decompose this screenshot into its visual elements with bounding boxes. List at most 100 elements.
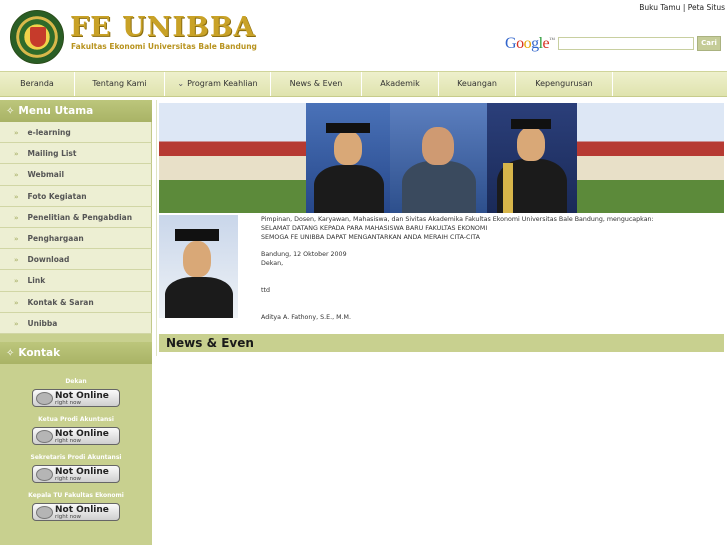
menu-item-label: e-learning <box>27 128 71 137</box>
menu-item-unibba[interactable]: » Unibba <box>0 312 152 334</box>
double-chevron-icon: » <box>14 298 19 307</box>
menu-item-link[interactable]: » Link <box>0 270 152 292</box>
message-line: Pimpinan, Dosen, Karyawan, Mahasiswa, da… <box>261 216 654 223</box>
menu-item-mailing-list[interactable]: » Mailing List <box>0 143 152 165</box>
dean-photo <box>159 215 238 318</box>
chat-status-button[interactable]: Not Online right now <box>32 388 120 407</box>
site-title[interactable]: FE UNIBBA <box>70 12 256 43</box>
welcome-message: Pimpinan, Dosen, Karyawan, Mahasiswa, da… <box>261 215 723 322</box>
message-line: SEMOGA FE UNIBBA DAPAT MENGANTARKAN ANDA… <box>261 234 480 241</box>
status-subtext: right now <box>55 399 82 406</box>
sash-shape <box>503 163 513 213</box>
menu-item-label: Download <box>27 255 70 265</box>
top-links: Buku Tamu | Peta Situs <box>639 3 725 12</box>
nav-program-keahlian-label: Program Keahlian <box>187 79 258 88</box>
logo-emblem <box>30 27 46 47</box>
menu-item-e-learning[interactable]: » e-learning <box>0 122 152 144</box>
sitemap-link[interactable]: Peta Situs <box>688 3 725 12</box>
nav-program-keahlian[interactable]: ⌄ Program Keahlian <box>165 72 271 96</box>
cap-shape <box>175 229 219 241</box>
double-chevron-icon: » <box>14 171 19 180</box>
menu-item-foto-kegiatan[interactable]: » Foto Kegiatan <box>0 185 152 207</box>
contact-icon: ✧ <box>6 347 15 359</box>
message-line: SELAMAT DATANG KEPADA PARA MAHASISWA BAR… <box>261 225 488 232</box>
menu-item-penelitian[interactable]: » Penelitian & Pengabdian <box>0 206 152 228</box>
face-shape <box>517 127 545 161</box>
contact-dekan: Dekan Not Online right now <box>0 378 152 409</box>
site-subtitle: Fakultas Ekonomi Universitas Bale Bandun… <box>71 42 257 51</box>
chat-status-icon <box>36 429 53 443</box>
menu-item-label: Link <box>27 276 46 286</box>
guestbook-link[interactable]: Buku Tamu <box>639 3 680 12</box>
double-chevron-icon: » <box>14 256 19 265</box>
contact-header: ✧ Kontak <box>0 341 152 364</box>
menu-item-penghargaan[interactable]: » Penghargaan <box>0 227 152 250</box>
message-name: Aditya A. Fathony, S.E., M.M. <box>261 314 351 321</box>
contact-ketua-prodi: Ketua Prodi Akuntansi Not Online right no… <box>0 416 152 447</box>
nav-empty <box>613 72 727 96</box>
header-banner-image <box>159 103 724 213</box>
contact-role: Ketua Prodi Akuntansi <box>38 415 114 423</box>
double-chevron-icon: » <box>14 150 19 159</box>
chat-status-button[interactable]: Not Online right now <box>32 426 120 445</box>
menu-item-download[interactable]: » Download <box>0 249 152 271</box>
campus-building-photo <box>159 103 306 213</box>
menu-item-label: Mailing List <box>27 149 77 159</box>
nav-news-even[interactable]: News & Even <box>271 72 362 96</box>
chat-status-button[interactable]: Not Online right now <box>32 502 120 521</box>
menu-header: ✧ Menu Utama <box>0 100 152 122</box>
campus-building-photo-2 <box>577 103 724 213</box>
chat-status-icon <box>36 505 53 519</box>
double-chevron-icon: » <box>14 234 19 243</box>
nav-keuangan[interactable]: Keuangan <box>439 72 516 96</box>
search-input[interactable] <box>558 37 694 50</box>
menu-item-webmail[interactable]: » Webmail <box>0 164 152 186</box>
nav-tentang-kami[interactable]: Tentang Kami <box>75 72 165 96</box>
contact-role: Kepala TU Fakultas Ekonomi <box>28 491 124 499</box>
contact-role: Dekan <box>65 377 87 385</box>
message-position: Dekan, <box>261 260 284 267</box>
sidebar: ✧ Menu Utama » e-learning » Mailing List » W… <box>0 100 152 545</box>
menu-item-kontak-saran[interactable]: » Kontak & Saran <box>0 291 152 313</box>
menu-item-label: Foto Kegiatan <box>27 191 87 201</box>
chevron-down-icon: ⌄ <box>177 79 185 88</box>
face-shape <box>334 131 362 165</box>
face-shape <box>183 241 211 277</box>
official-portrait-photo <box>390 103 487 213</box>
main-nav: Beranda Tentang Kami ⌄ Program Keahlian N… <box>0 71 727 97</box>
suit-shape <box>402 161 476 213</box>
contact-kepala-tu: Kepala TU Fakultas Ekonomi Not Online rig… <box>0 492 152 523</box>
graduate-portrait-photo <box>306 103 390 213</box>
search-button[interactable]: Cari <box>697 36 721 51</box>
message-date: Bandung, 12 Oktober 2009 <box>261 251 347 258</box>
contact-role: Sekretaris Prodi Akuntansi <box>30 453 122 461</box>
menu-title: Menu Utama <box>18 105 94 117</box>
cap-shape <box>326 123 370 133</box>
chat-status-icon <box>36 467 53 481</box>
status-subtext: right now <box>55 513 82 520</box>
university-logo[interactable] <box>10 10 64 64</box>
double-chevron-icon: » <box>14 129 19 137</box>
menu-icon: ✧ <box>6 106 15 117</box>
rector-portrait-photo <box>487 103 577 213</box>
menu-item-label: Unibba <box>27 318 58 328</box>
nav-akademik[interactable]: Akademik <box>362 72 439 96</box>
nav-beranda[interactable]: Beranda <box>0 72 75 96</box>
status-subtext: right now <box>55 475 82 482</box>
contact-list: Dekan Not Online right now Ketua Prodi Ak… <box>0 364 152 523</box>
double-chevron-icon: » <box>14 213 19 222</box>
status-subtext: right now <box>55 437 82 444</box>
contact-title: Kontak <box>18 346 61 359</box>
cap-shape <box>511 119 551 129</box>
gown-shape <box>314 165 384 213</box>
menu-item-label: Penelitian & Pengabdian <box>27 212 133 222</box>
nav-kepengurusan[interactable]: Kepengurusan <box>516 72 613 96</box>
news-section-title: News & Even <box>159 334 724 352</box>
chat-status-button[interactable]: Not Online right now <box>32 464 120 483</box>
face-shape <box>422 127 454 165</box>
double-chevron-icon: » <box>14 277 19 286</box>
chat-status-icon <box>36 391 53 405</box>
